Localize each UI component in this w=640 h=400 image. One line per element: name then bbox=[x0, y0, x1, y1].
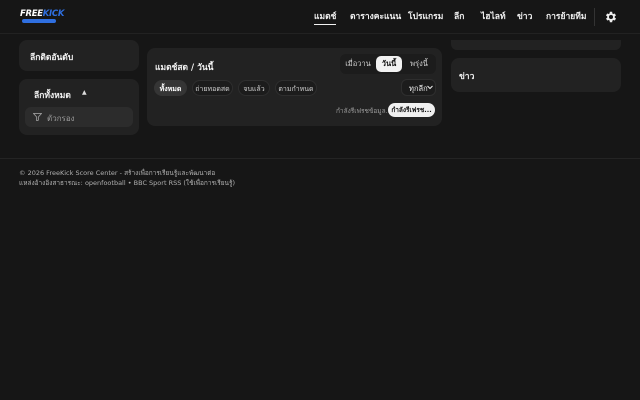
live-matches-card: แมตช์สด / วันนี้ เมื่อวาน วันนี้ พรุ่งนี… bbox=[147, 48, 442, 126]
filter-placeholder: ตัวกรอง bbox=[47, 114, 75, 123]
all-leagues-title[interactable]: ลีกทั้งหมด bbox=[34, 88, 71, 102]
main-nav: แมตช์ ตารางคะแนน โปรแกรม ลีก ไฮไลท์ ข่าว… bbox=[0, 11, 640, 25]
day-selector: เมื่อวาน วันนี้ พรุ่งนี้ bbox=[340, 54, 436, 74]
nav-item-leagues[interactable]: ลีก bbox=[454, 11, 464, 25]
news-title: ข่าว bbox=[459, 72, 475, 82]
funnel-icon bbox=[33, 113, 42, 121]
all-leagues-card: ลีกทั้งหมด ▲ ตัวกรอง bbox=[19, 79, 139, 135]
chip-all[interactable]: ทั้งหมด bbox=[154, 80, 187, 96]
chip-scheduled[interactable]: ตามกำหนด bbox=[275, 80, 317, 96]
tab-tomorrow[interactable]: พรุ่งนี้ bbox=[405, 56, 433, 72]
page-title: แมตช์สด / วันนี้ bbox=[155, 63, 214, 73]
nav-item-transfers[interactable]: การย้ายทีม bbox=[546, 11, 586, 25]
gear-icon bbox=[605, 11, 617, 23]
nav-item-matches[interactable]: แมตช์ bbox=[314, 11, 337, 25]
footer-sources: แหล่งอ้างอิงสาธารณะ: openfootball • BBC … bbox=[19, 179, 235, 187]
nav-item-standings[interactable]: ตารางคะแนน bbox=[350, 11, 401, 25]
nav-item-fixtures[interactable]: โปรแกรม bbox=[408, 11, 443, 25]
top-navigation-bar: FREEKICK แมตช์ ตารางคะแนน โปรแกรม ลีก ไฮ… bbox=[0, 0, 640, 34]
league-select-label: ทุกลีก bbox=[409, 84, 428, 93]
nav-item-highlights[interactable]: ไฮไลท์ bbox=[481, 11, 506, 25]
top-leagues-card: ลีกติดอันดับ bbox=[19, 40, 139, 71]
chip-finished[interactable]: จบแล้ว bbox=[238, 80, 270, 96]
footer: © 2026 FreeKick Score Center - สร้างเพื่… bbox=[19, 168, 235, 188]
chevron-down-icon bbox=[427, 85, 433, 90]
caret-up-icon[interactable]: ▲ bbox=[82, 89, 87, 96]
settings-button[interactable] bbox=[604, 10, 618, 24]
footer-divider bbox=[0, 158, 640, 159]
nav-item-news[interactable]: ข่าว bbox=[517, 11, 532, 25]
top-leagues-title: ลีกติดอันดับ bbox=[30, 53, 74, 63]
league-filter-input[interactable]: ตัวกรอง bbox=[25, 107, 133, 127]
league-select[interactable]: ทุกลีก bbox=[401, 79, 436, 96]
right-top-card bbox=[451, 40, 621, 50]
chip-live[interactable]: ถ่ายทอดสด bbox=[192, 80, 233, 96]
refresh-status-text: กำลังรีเฟรชข้อมูล... bbox=[336, 107, 392, 115]
footer-copyright: © 2026 FreeKick Score Center - สร้างเพื่… bbox=[19, 169, 216, 177]
nav-divider bbox=[594, 8, 595, 26]
tab-today[interactable]: วันนี้ bbox=[376, 56, 402, 72]
refresh-button[interactable]: กำลังรีเฟรช... bbox=[388, 103, 435, 117]
tab-yesterday[interactable]: เมื่อวาน bbox=[343, 56, 373, 72]
news-card: ข่าว bbox=[451, 58, 621, 92]
